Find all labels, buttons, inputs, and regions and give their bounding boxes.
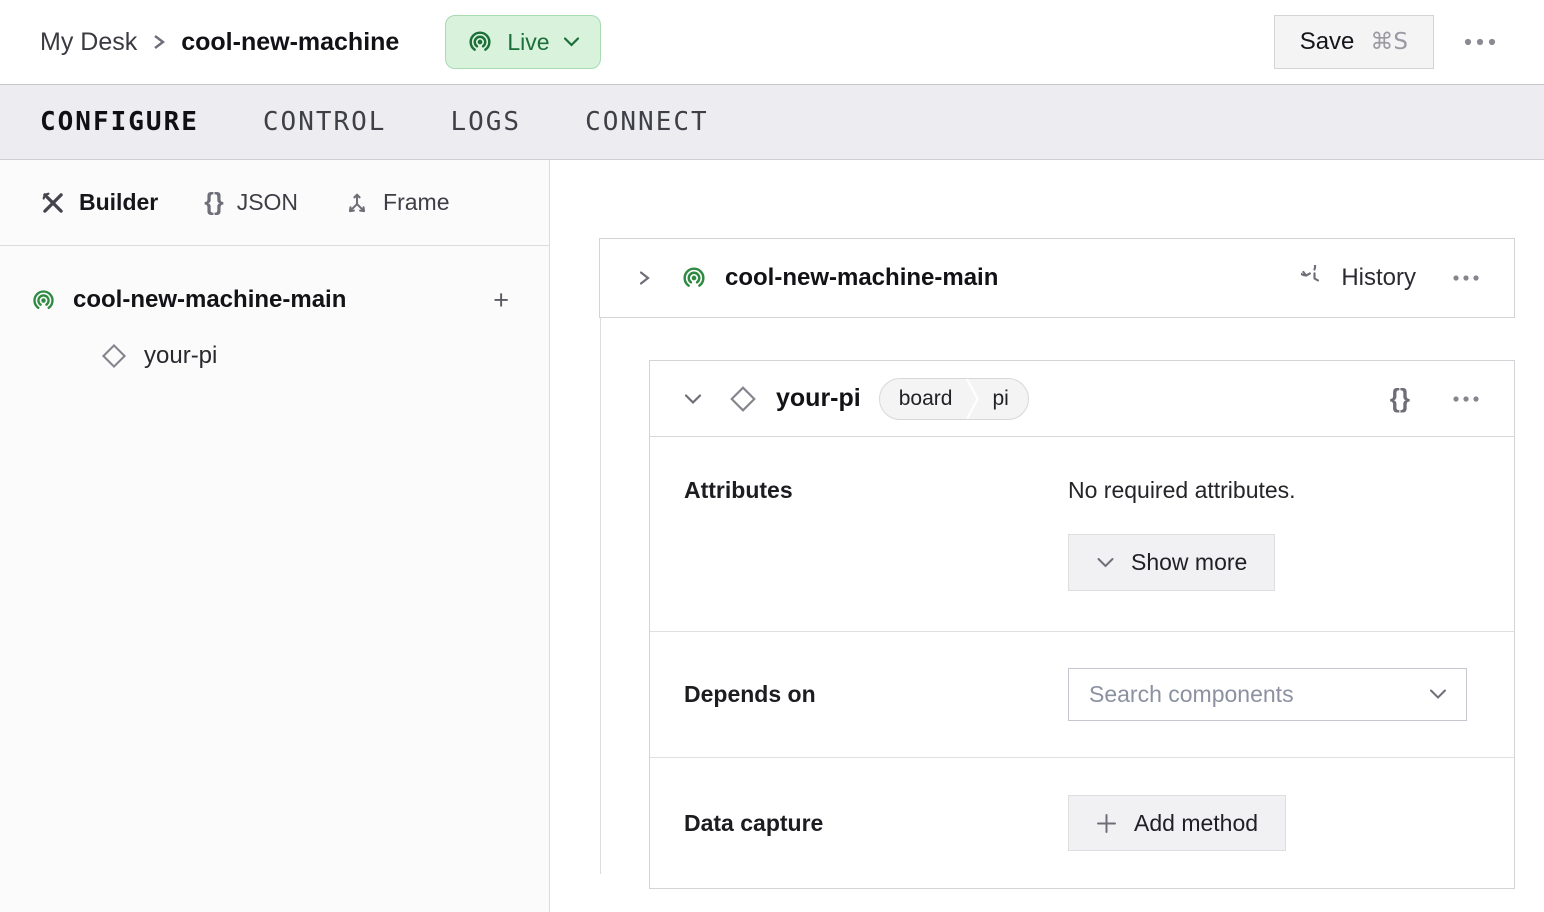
component-tree: cool-new-machine-main + your-pi <box>0 246 549 384</box>
breadcrumb: My Desk cool-new-machine <box>40 28 399 57</box>
component-card-header: your-pi board pi {} <box>650 361 1514 437</box>
component-overflow-menu-button[interactable] <box>1446 389 1486 409</box>
part-card-title: cool-new-machine-main <box>725 264 999 291</box>
diamond-icon <box>100 342 128 370</box>
tree-item-machine-part[interactable]: cool-new-machine-main + <box>0 272 549 328</box>
tools-icon <box>40 190 66 216</box>
component-json-button[interactable]: {} <box>1386 381 1414 416</box>
view-tab-builder[interactable]: Builder <box>40 189 158 216</box>
frame-axes-icon <box>344 190 370 216</box>
expand-part-card-button[interactable] <box>630 262 658 294</box>
breadcrumb-current: cool-new-machine <box>181 27 400 56</box>
component-type-badge: board pi <box>878 377 1029 420</box>
machine-overflow-menu-button[interactable] <box>1458 32 1502 52</box>
view-tab-json[interactable]: {} JSON <box>204 188 298 217</box>
badge-type: board <box>898 386 953 410</box>
chevron-down-icon <box>1096 556 1115 569</box>
data-capture-label: Data capture <box>684 809 824 836</box>
view-tab-frame[interactable]: Frame <box>344 189 450 216</box>
component-card: your-pi board pi {} Attributes No requir… <box>649 360 1515 889</box>
breadcrumb-parent-link[interactable]: My Desk <box>40 28 137 57</box>
add-component-button[interactable]: + <box>487 285 515 316</box>
add-method-button[interactable]: Add method <box>1068 795 1287 851</box>
plus-icon <box>1096 813 1117 834</box>
tree-item-label: your-pi <box>144 342 218 369</box>
tab-logs[interactable]: LOGS <box>450 107 521 137</box>
diamond-icon <box>728 384 758 414</box>
tree-item-component[interactable]: your-pi <box>0 328 549 384</box>
save-button-label: Save <box>1299 28 1355 55</box>
history-button[interactable]: History <box>1301 264 1416 292</box>
chevron-down-icon <box>563 36 580 48</box>
depends-on-label: Depends on <box>684 681 816 707</box>
save-button[interactable]: Save ⌘S <box>1273 15 1434 69</box>
live-broadcast-icon <box>30 287 57 314</box>
status-badge-label: Live <box>507 28 550 55</box>
depends-on-section: Depends on <box>650 631 1514 757</box>
tab-configure[interactable]: CONFIGURE <box>40 107 199 137</box>
badge-model: pi <box>992 386 1009 410</box>
configure-sidebar: Builder {} JSON Frame cool-new-machine-m… <box>0 160 550 912</box>
view-mode-tabs: Builder {} JSON Frame <box>0 160 549 246</box>
live-broadcast-icon <box>466 28 494 56</box>
data-capture-section: Data capture Add method <box>650 757 1514 888</box>
tree-indent-guide <box>600 318 601 874</box>
tab-control[interactable]: CONTROL <box>263 107 387 137</box>
configure-main-panel: cool-new-machine-main History your-pi bo… <box>550 160 1544 912</box>
attributes-empty-text: No required attributes. <box>1068 477 1296 503</box>
history-button-label: History <box>1341 264 1416 291</box>
machine-part-card: cool-new-machine-main History <box>599 238 1515 318</box>
component-card-title: your-pi <box>776 384 861 412</box>
attributes-label: Attributes <box>684 477 793 503</box>
show-more-label: Show more <box>1131 549 1248 575</box>
view-tab-builder-label: Builder <box>79 189 159 215</box>
view-tab-frame-label: Frame <box>383 189 450 215</box>
braces-icon: {} <box>204 188 224 216</box>
depends-on-select[interactable] <box>1068 668 1467 721</box>
chevron-right-icon <box>151 30 167 54</box>
history-clock-icon <box>1301 264 1328 292</box>
ellipsis-icon <box>1452 274 1480 282</box>
view-tab-json-label: JSON <box>236 189 299 215</box>
machine-tab-bar: CONFIGURE CONTROL LOGS CONNECT <box>0 84 1544 160</box>
add-method-label: Add method <box>1134 809 1259 836</box>
save-shortcut-hint: ⌘S <box>1370 29 1408 55</box>
attributes-section: Attributes No required attributes. Show … <box>650 437 1514 631</box>
show-more-button[interactable]: Show more <box>1068 534 1276 591</box>
ellipsis-icon <box>1452 395 1480 403</box>
ellipsis-icon <box>1464 38 1496 46</box>
tree-item-label: cool-new-machine-main <box>73 286 347 313</box>
search-components-input[interactable] <box>1089 681 1428 708</box>
part-overflow-menu-button[interactable] <box>1446 268 1486 288</box>
machine-status-dropdown[interactable]: Live <box>445 15 601 69</box>
top-bar: My Desk cool-new-machine Live Save ⌘S <box>0 0 1544 84</box>
badge-divider-icon <box>966 378 980 419</box>
live-broadcast-icon <box>680 264 708 292</box>
chevron-down-icon <box>1428 688 1448 701</box>
collapse-component-card-button[interactable] <box>678 387 708 411</box>
tab-connect[interactable]: CONNECT <box>585 107 709 137</box>
